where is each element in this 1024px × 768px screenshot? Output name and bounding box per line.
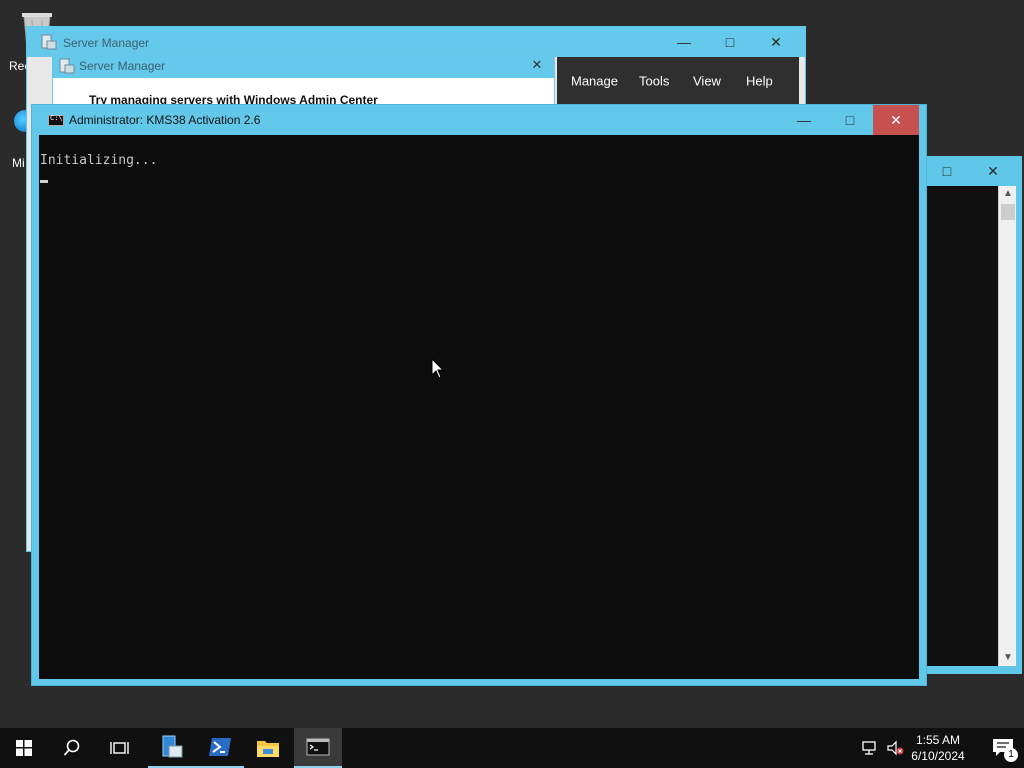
taskbar-powershell[interactable] — [196, 728, 244, 768]
server-manager-title: Server Manager — [63, 36, 150, 50]
action-center-button[interactable]: 1 — [992, 738, 1018, 762]
search-icon — [63, 739, 80, 756]
taskbar-file-explorer[interactable] — [244, 728, 292, 768]
menu-tools[interactable]: Tools — [639, 74, 669, 89]
search-button[interactable] — [48, 728, 96, 768]
text-cursor — [40, 180, 48, 183]
cmd-icon — [48, 114, 64, 126]
taskbar-server-manager[interactable] — [148, 728, 196, 768]
menu-help[interactable]: Help — [746, 74, 773, 89]
server-manager-icon — [59, 58, 75, 74]
network-icon[interactable] — [862, 740, 880, 756]
clock-time: 1:55 AM — [915, 733, 961, 747]
taskbar-cmd[interactable] — [294, 728, 342, 768]
task-view-icon — [110, 742, 129, 754]
volume-muted-icon[interactable] — [886, 740, 904, 756]
system-clock[interactable]: 1:55 AM 6/10/2024 — [908, 732, 968, 764]
server-manager-menubar: Manage Tools View Help — [557, 57, 799, 105]
menu-view[interactable]: View — [693, 74, 721, 89]
edge-shortcut-label: Mi — [12, 156, 25, 170]
close-icon: ✕ — [987, 162, 999, 179]
maximize-icon: □ — [845, 112, 855, 128]
background-window-content — [926, 186, 998, 666]
maximize-icon: □ — [942, 163, 952, 179]
close-button[interactable]: ✕ — [873, 105, 919, 135]
mouse-pointer-icon — [431, 358, 445, 379]
close-icon: ✕ — [770, 33, 782, 50]
menu-manage[interactable]: Manage — [571, 74, 618, 89]
popup-title: Server Manager — [79, 59, 166, 73]
maximize-button[interactable]: □ — [827, 105, 873, 135]
powershell-icon — [209, 738, 231, 756]
folder-icon — [257, 741, 279, 757]
maximize-button[interactable]: □ — [924, 156, 970, 186]
vertical-scrollbar[interactable]: ▲ ▼ — [998, 186, 1016, 666]
console-output[interactable]: Initializing... — [39, 135, 919, 679]
scrollbar-thumb[interactable] — [1001, 204, 1015, 220]
cmd-icon — [306, 738, 330, 756]
scroll-down-icon[interactable]: ▼ — [999, 650, 1017, 666]
maximize-icon: □ — [725, 34, 735, 50]
server-manager-icon — [41, 34, 57, 50]
close-icon: ✕ — [890, 111, 902, 128]
minimize-icon: — — [797, 112, 811, 128]
admin-center-popup[interactable]: Server Manager ✕ Try managing servers wi… — [52, 51, 555, 111]
minimize-button[interactable]: — — [781, 105, 827, 135]
cmd-title: Administrator: KMS38 Activation 2.6 — [69, 113, 261, 127]
popup-titlebar[interactable]: Server Manager ✕ — [53, 52, 554, 78]
notification-count-badge: 1 — [1004, 748, 1018, 762]
server-manager-icon — [162, 735, 183, 758]
maximize-button[interactable]: □ — [707, 27, 753, 57]
console-line: Initializing... — [40, 153, 158, 168]
minimize-button[interactable]: — — [661, 27, 707, 57]
scroll-up-icon[interactable]: ▲ — [999, 186, 1017, 202]
clock-date: 6/10/2024 — [911, 749, 965, 763]
close-icon: ✕ — [531, 57, 543, 72]
background-window[interactable]: □ ✕ ▲ ▼ — [922, 156, 1022, 674]
windows-logo-icon — [16, 740, 32, 756]
popup-close-button[interactable]: ✕ — [520, 52, 554, 78]
cmd-titlebar[interactable]: Administrator: KMS38 Activation 2.6 — □ … — [32, 105, 926, 135]
taskbar: 1:55 AM 6/10/2024 1 — [0, 728, 1024, 768]
start-button[interactable] — [0, 728, 48, 768]
close-button[interactable]: ✕ — [753, 27, 799, 57]
close-button[interactable]: ✕ — [970, 156, 1016, 186]
minimize-icon: — — [677, 34, 691, 50]
task-view-button[interactable] — [96, 728, 144, 768]
cmd-window[interactable]: Administrator: KMS38 Activation 2.6 — □ … — [31, 104, 927, 686]
